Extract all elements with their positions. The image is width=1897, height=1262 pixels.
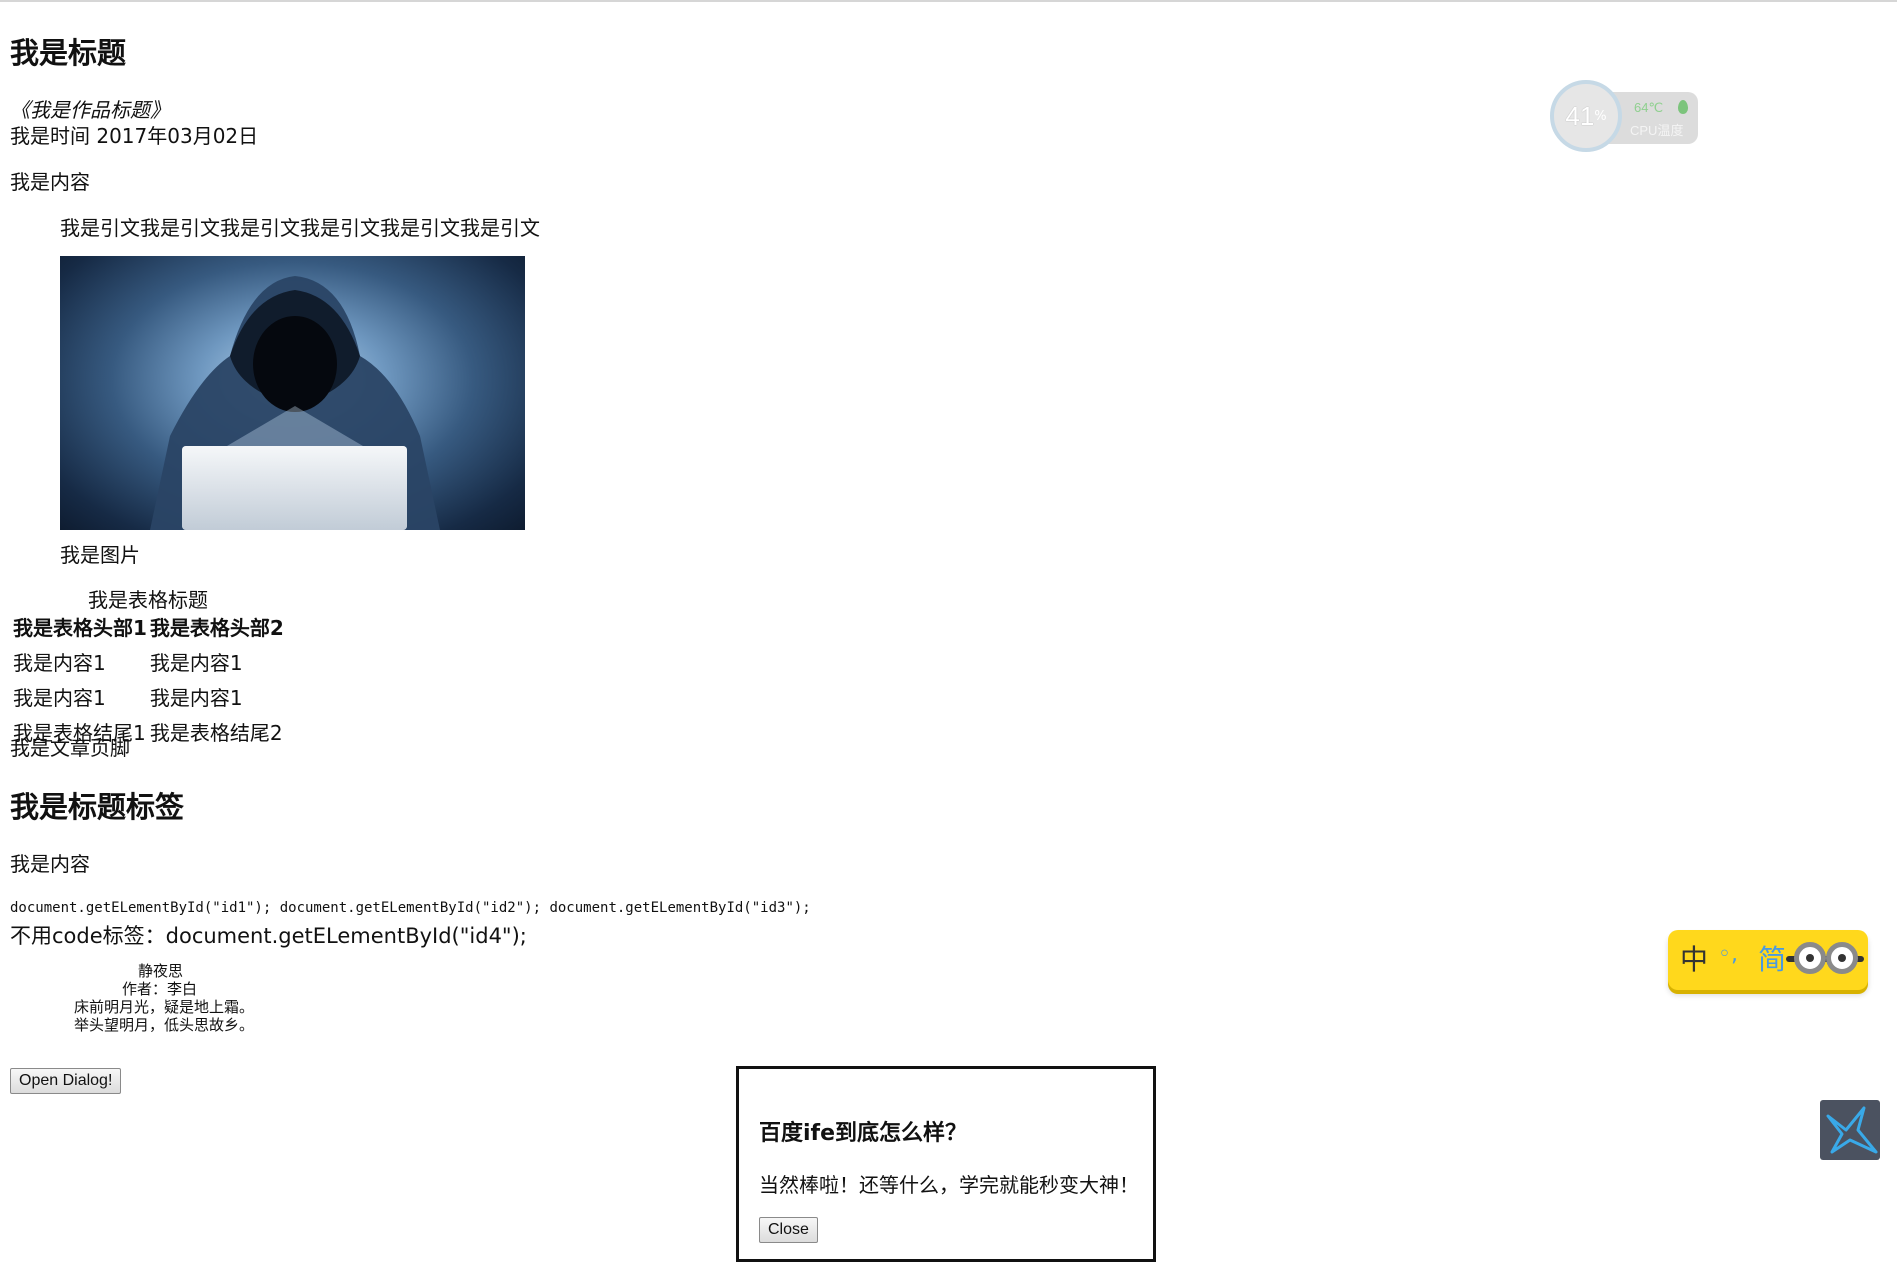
poem-author: 作者：李白 xyxy=(122,980,198,998)
data-table: 我是表格头部1 我是表格头部2 我是内容1 我是内容1 我是内容1 我是内容1 … xyxy=(10,608,287,750)
code-snippet: document.getELementById("id1"); document… xyxy=(10,900,811,916)
table-header-row: 我是表格头部1 我是表格头部2 xyxy=(13,610,284,643)
hooded-hacker-illustration xyxy=(150,276,440,530)
ime-toolbar[interactable]: 中 ◦, 简 xyxy=(1668,930,1868,990)
publish-time: 我是时间 2017年03月02日 xyxy=(10,120,258,149)
cpu-monitor-widget[interactable]: 41% 64℃ CPU温度 xyxy=(1550,80,1698,156)
table-header-cell: 我是表格头部2 xyxy=(149,616,284,640)
table-cell: 我是内容1 xyxy=(149,651,243,675)
open-dialog-button[interactable]: Open Dialog! xyxy=(10,1068,122,1094)
ime-punctuation-toggle[interactable]: ◦, xyxy=(1718,942,1738,967)
time-label: 我是时间 xyxy=(10,124,90,148)
blockquote: 我是引文我是引文我是引文我是引文我是引文我是引文 xyxy=(60,216,540,240)
time-value: 2017年03月02日 xyxy=(96,124,259,148)
dialog-text: 当然棒啦！还等什么，学完就能秒变大神！ xyxy=(759,1173,1139,1197)
table-cell: 我是内容1 xyxy=(13,686,106,710)
table-header-cell: 我是表格头部1 xyxy=(13,616,147,640)
table-cell: 我是内容1 xyxy=(13,651,106,675)
bird-icon[interactable] xyxy=(1820,1100,1880,1160)
figure-caption: 我是图片 xyxy=(60,543,140,567)
ime-script-toggle[interactable]: 简 xyxy=(1758,938,1786,978)
poem-block: 静夜思 作者：李白 床前明月光，疑是地上霜。 举头望明月，低头思故乡。 xyxy=(10,962,254,1034)
percent-sign: % xyxy=(1594,108,1607,124)
no-code-line: 不用code标签：document.getELementById("id4"); xyxy=(10,924,527,948)
dialog-title: 百度ife到底怎么样？ xyxy=(759,1121,968,1146)
cpu-usage-value: 41 xyxy=(1565,100,1595,131)
section-heading: 我是标题标签 xyxy=(10,790,185,824)
cpu-temp-label: CPU温度 xyxy=(1630,123,1684,138)
ime-mode-toggle[interactable]: 中 xyxy=(1680,938,1708,978)
table-row: 我是内容1 我是内容1 xyxy=(13,645,284,678)
table-footer-cell: 我是表格结尾2 xyxy=(149,721,283,745)
hacker-image xyxy=(60,256,525,530)
work-title: 《我是作品标题》 xyxy=(10,98,170,122)
cpu-usage-circle: 41% xyxy=(1550,80,1622,152)
section-content: 我是内容 xyxy=(10,852,90,876)
article-content: 我是内容 xyxy=(10,170,90,194)
poem-title: 静夜思 xyxy=(138,962,184,980)
droplet-icon xyxy=(1678,100,1688,114)
close-button[interactable]: Close xyxy=(759,1217,818,1243)
poem-line: 举头望明月，低头思故乡。 xyxy=(74,1016,255,1034)
cpu-temperature: 64℃ xyxy=(1634,100,1664,115)
bird-icon-graphic xyxy=(1826,1106,1878,1154)
table-cell: 我是内容1 xyxy=(149,686,243,710)
article-footer: 我是文章页脚 xyxy=(10,736,130,760)
table-row: 我是内容1 我是内容1 xyxy=(13,680,284,713)
goggles-icon[interactable] xyxy=(1786,942,1864,976)
poem-line: 床前明月光，疑是地上霜。 xyxy=(74,998,255,1016)
article-title: 我是标题 xyxy=(10,36,127,70)
dialog: 百度ife到底怎么样？ 当然棒啦！还等什么，学完就能秒变大神！ Close xyxy=(736,1066,1156,1262)
